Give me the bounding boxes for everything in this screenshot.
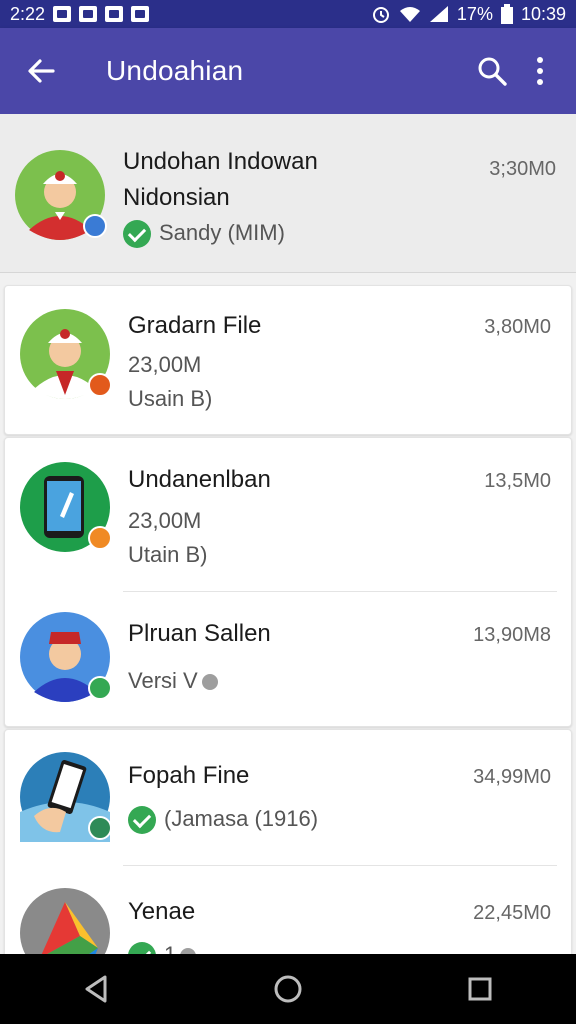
notification-icon (105, 6, 124, 22)
app-badge-icon (88, 526, 112, 550)
nav-recents-button[interactable] (440, 959, 520, 1019)
item-author: Usain B) (128, 386, 213, 411)
nav-back-button[interactable] (56, 959, 136, 1019)
item-version: Versi V (128, 668, 218, 694)
status-bar: 2:22 17% 10:39 (0, 0, 576, 28)
item-size: 23,00M (128, 352, 202, 377)
item-time: 3;30M0 (489, 158, 556, 180)
battery-icon (500, 4, 513, 24)
notification-icon (53, 6, 72, 22)
item-time: 3,80M0 (484, 316, 551, 338)
list-card: Gradarn File 23,00M Usain B) 3,80M0 (4, 285, 572, 435)
verified-check-icon (128, 942, 156, 954)
status-clock: 10:39 (520, 3, 566, 24)
verified-check-icon (123, 220, 151, 249)
back-button[interactable] (12, 42, 70, 100)
item-author: Utain B) (128, 542, 208, 567)
colorful-app-icon (20, 888, 110, 954)
android-badge-icon (83, 214, 107, 238)
verified-badge-icon (88, 676, 112, 700)
item-version-text: Versi V (128, 668, 198, 693)
more-options-button[interactable] (516, 42, 564, 100)
item-subtitle-text: (Jamasa (1916) (164, 806, 319, 831)
item-time: 13,5M0 (484, 470, 551, 492)
item-title: Gradarn File (128, 312, 262, 339)
file-list[interactable]: Undohan Indowan Nidonsian Sandy (MIM) 3;… (0, 114, 576, 954)
nav-recents-icon (468, 977, 492, 1001)
avatar (15, 150, 107, 240)
list-item[interactable]: Gradarn File 23,00M Usain B) 3,80M0 (5, 286, 571, 434)
arrow-left-icon (28, 59, 55, 83)
verified-check-icon (128, 806, 156, 835)
list-item-header[interactable]: Undohan Indowan Nidonsian Sandy (MIM) 3;… (0, 114, 576, 273)
item-title: Fopah Fine (128, 762, 250, 789)
app-bar: Undoahian (0, 28, 576, 114)
wifi-icon (399, 7, 420, 22)
more-vert-icon (537, 57, 543, 85)
status-left: 2:22 (10, 3, 150, 25)
app-badge-icon (88, 373, 112, 397)
item-subtitle-text: 1 (164, 942, 176, 954)
item-size: 23,00M (128, 508, 202, 533)
notification-icon (131, 6, 150, 22)
item-time: 13,90M8 (473, 624, 551, 646)
item-title: Undohan Indowan (123, 148, 318, 175)
avatar (20, 612, 112, 702)
list-item[interactable]: Plruan Sallen Versi V 13,90M8 (5, 592, 571, 726)
nav-home-icon (274, 975, 302, 1003)
search-button[interactable] (468, 42, 516, 100)
list-item[interactable]: Undanenlban 23,00M Utain B) 13,5M0 (5, 438, 571, 592)
list-item[interactable]: Yenae 1 22,45M0 (5, 866, 571, 954)
status-time-left: 2:22 (10, 3, 46, 24)
item-title: Plruan Sallen (128, 620, 271, 647)
nav-home-button[interactable] (248, 959, 328, 1019)
status-right: 17% 10:39 (371, 4, 566, 25)
item-title: Undanenlban (128, 466, 271, 493)
notification-icon (79, 6, 98, 22)
avatar (20, 888, 110, 954)
nav-back-icon (85, 975, 107, 1003)
item-title: Yenae (128, 898, 196, 925)
signal-icon (429, 6, 448, 22)
item-time: 34,99M0 (473, 766, 551, 788)
list-item[interactable]: Fopah Fine (Jamasa (1916) 34,99M0 (5, 730, 571, 866)
item-subtitle: Sandy (MIM) (123, 220, 285, 249)
list-card: Undanenlban 23,00M Utain B) 13,5M0 Plrua… (4, 437, 572, 727)
avatar (20, 752, 112, 842)
battery-text: 17% (456, 3, 493, 24)
list-card: Fopah Fine (Jamasa (1916) 34,99M0 Yenae … (4, 729, 572, 954)
alarm-icon (372, 7, 389, 23)
item-subtitle: 1 (128, 942, 197, 954)
verified-badge-icon (88, 816, 112, 840)
item-title-line2: Nidonsian (123, 184, 230, 211)
avatar (20, 309, 112, 399)
info-icon (201, 674, 218, 691)
search-icon (478, 57, 507, 86)
page-title: Undoahian (106, 55, 244, 86)
item-subtitle-text: Sandy (MIM) (159, 220, 285, 245)
item-subtitle: (Jamasa (1916) (128, 806, 319, 835)
avatar (20, 462, 112, 552)
item-time: 22,45M0 (473, 902, 551, 924)
navigation-bar (0, 954, 576, 1024)
